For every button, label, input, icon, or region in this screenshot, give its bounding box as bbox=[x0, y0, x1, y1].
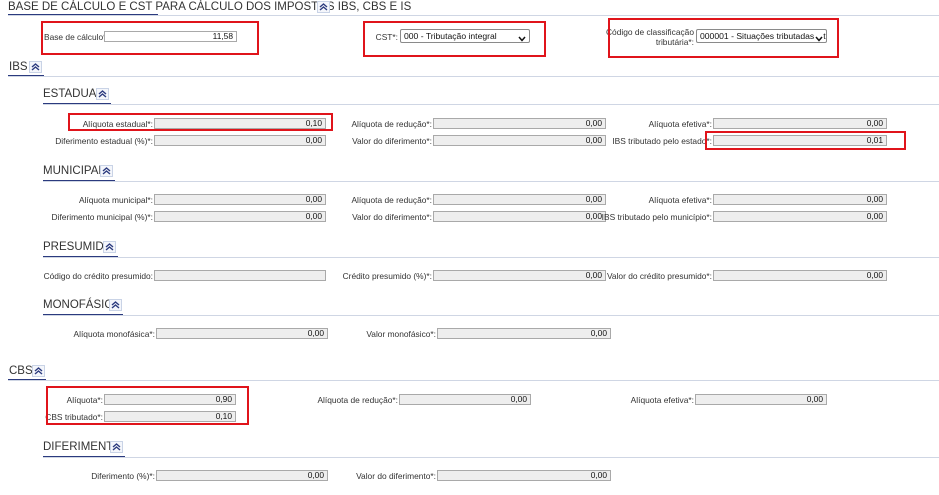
estadual-title: ESTADUAL bbox=[43, 88, 103, 100]
cbs-valor-diferimento-field: 0,00 bbox=[437, 470, 611, 481]
estadual-valor-diferimento-field: 0,00 bbox=[433, 135, 606, 146]
estadual-reducao-field: 0,00 bbox=[433, 118, 606, 129]
cbs-reducao-field: 0,00 bbox=[399, 394, 531, 405]
municipal-reducao-label: Alíquota de redução*: bbox=[351, 195, 432, 205]
highlight-ibs-tributado-estado bbox=[705, 131, 906, 150]
collapse-presumido-icon[interactable] bbox=[103, 241, 116, 253]
highlight-classificacao bbox=[608, 18, 839, 58]
highlight-base-calculo bbox=[41, 21, 259, 55]
highlight-aliquota-estadual bbox=[68, 113, 333, 131]
collapse-monofasico-icon[interactable] bbox=[109, 299, 122, 311]
aliquota-municipal-field: 0,00 bbox=[154, 194, 326, 205]
cbs-efetiva-label: Alíquota efetiva*: bbox=[630, 395, 694, 405]
cbs-diferimento-field: 0,00 bbox=[156, 470, 328, 481]
diferimento-municipal-field: 0,00 bbox=[154, 211, 326, 222]
cbs-title: CBS bbox=[9, 365, 33, 377]
estadual-efetiva-field: 0,00 bbox=[713, 118, 887, 129]
valor-credito-presumido-label: Valor do crédito presumido*: bbox=[606, 271, 712, 281]
credito-presumido-field: 0,00 bbox=[433, 270, 606, 281]
header-divider bbox=[8, 15, 939, 16]
monofasico-divider bbox=[43, 315, 939, 316]
ibs-tributado-municipio-field: 0,00 bbox=[713, 211, 887, 222]
valor-credito-presumido-field: 0,00 bbox=[713, 270, 887, 281]
codigo-credito-presumido-field bbox=[154, 270, 326, 281]
cbs-efetiva-field: 0,00 bbox=[695, 394, 827, 405]
valor-monofasico-field: 0,00 bbox=[437, 328, 611, 339]
cbs-reducao-label: Alíquota de redução*: bbox=[317, 395, 398, 405]
diferimento-divider bbox=[43, 457, 939, 458]
valor-monofasico-label: Valor monofásico*: bbox=[366, 329, 436, 339]
municipal-reducao-field: 0,00 bbox=[433, 194, 606, 205]
collapse-estadual-icon[interactable] bbox=[96, 88, 109, 100]
aliquota-municipal-label: Alíquota municipal*: bbox=[78, 195, 153, 205]
collapse-municipal-icon[interactable] bbox=[100, 165, 113, 177]
cbs-valor-diferimento-label: Valor do diferimento*: bbox=[356, 471, 436, 481]
collapse-diferimento-icon[interactable] bbox=[110, 441, 123, 453]
collapse-header-icon[interactable] bbox=[317, 1, 330, 13]
ibs-tributado-estado-label: IBS tributado pelo estado*: bbox=[612, 136, 712, 146]
estadual-efetiva-label: Alíquota efetiva*: bbox=[648, 119, 712, 129]
diferimento-municipal-label: Diferimento municipal (%)*: bbox=[51, 212, 153, 222]
page-title: BASE DE CÁLCULO E CST PARA CÁLCULO DOS I… bbox=[8, 1, 412, 13]
diferimento-estadual-label: Diferimento estadual (%)*: bbox=[55, 136, 153, 146]
municipal-valor-diferimento-label: Valor do diferimento*: bbox=[352, 212, 432, 222]
ibs-divider bbox=[8, 76, 939, 77]
municipal-title: MUNICIPAL bbox=[43, 165, 105, 177]
estadual-valor-diferimento-label: Valor do diferimento*: bbox=[352, 136, 432, 146]
credito-presumido-label: Crédito presumido (%)*: bbox=[342, 271, 432, 281]
highlight-cst bbox=[363, 21, 546, 57]
cbs-diferimento-label: Diferimento (%)*: bbox=[91, 471, 155, 481]
presumido-divider bbox=[43, 257, 939, 258]
aliquota-monofasica-label: Alíquota monofásica*: bbox=[73, 329, 155, 339]
ibs-title: IBS bbox=[9, 61, 28, 73]
codigo-credito-presumido-label: Código do crédito presumido: bbox=[43, 271, 153, 281]
highlight-cbs bbox=[46, 386, 249, 425]
municipal-efetiva-field: 0,00 bbox=[713, 194, 887, 205]
ibs-tributado-municipio-label: IBS tributado pelo município*: bbox=[601, 212, 712, 222]
collapse-ibs-icon[interactable] bbox=[29, 61, 42, 73]
municipal-efetiva-label: Alíquota efetiva*: bbox=[648, 195, 712, 205]
estadual-reducao-label: Alíquota de redução*: bbox=[351, 119, 432, 129]
estadual-divider bbox=[43, 104, 939, 105]
municipal-valor-diferimento-field: 0,00 bbox=[433, 211, 606, 222]
cbs-divider bbox=[8, 380, 939, 381]
collapse-cbs-icon[interactable] bbox=[32, 365, 45, 377]
municipal-divider bbox=[43, 181, 939, 182]
diferimento-estadual-field: 0,00 bbox=[154, 135, 326, 146]
aliquota-monofasica-field: 0,00 bbox=[156, 328, 328, 339]
